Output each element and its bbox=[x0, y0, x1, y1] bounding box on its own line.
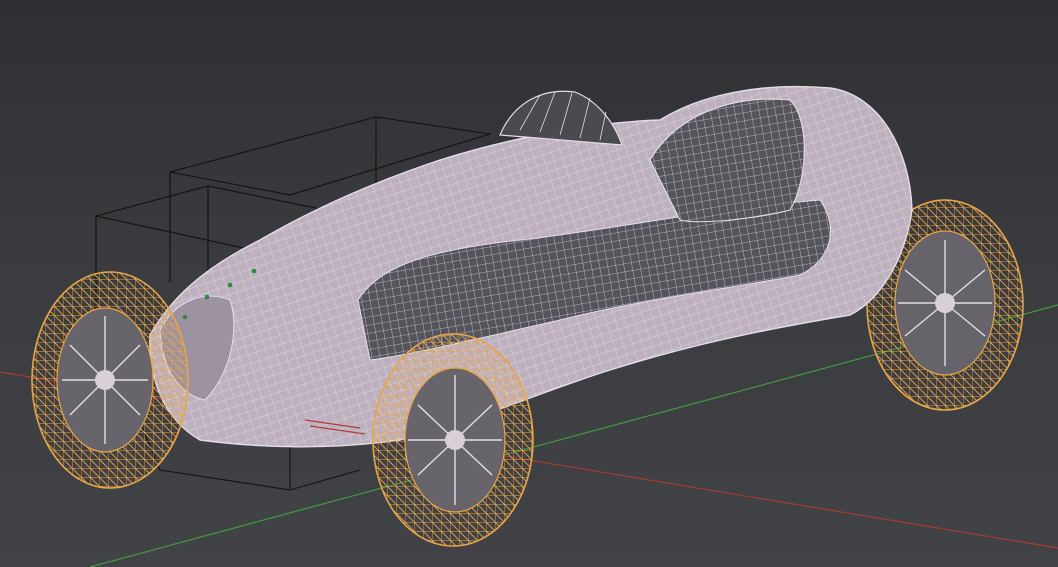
3d-viewport[interactable] bbox=[0, 0, 1058, 567]
front-left-wheel[interactable] bbox=[31, 271, 189, 489]
front-right-wheel[interactable] bbox=[372, 333, 534, 547]
wireframe-scene[interactable] bbox=[0, 0, 1058, 567]
car-body[interactable] bbox=[149, 85, 913, 448]
